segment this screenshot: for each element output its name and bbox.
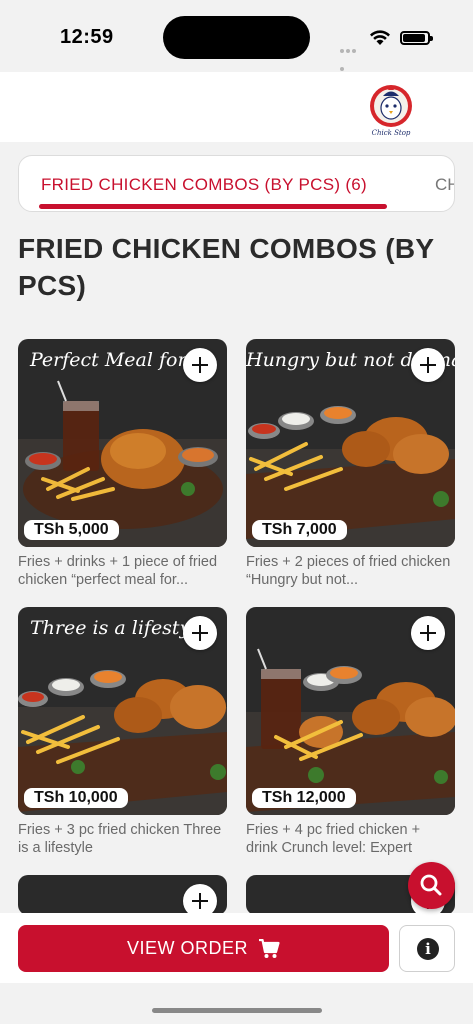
item-description: Fries + 3 pc fried chicken Three is a li… [18, 822, 222, 856]
status-time: 12:59 [60, 26, 114, 48]
wifi-icon [370, 30, 390, 45]
item-price: TSh 7,000 [252, 520, 347, 540]
menu-item-image[interactable]: Three is a lifestyle TSh 10,000 [18, 607, 227, 815]
item-banner-text: Three is a lifestyle [30, 617, 208, 639]
info-icon: i [417, 938, 439, 960]
add-icon[interactable] [183, 616, 217, 650]
menu-item-image[interactable]: Perfect Meal for o TSh 5,000 [18, 339, 227, 547]
category-tabs: FRIED CHICKEN COMBOS (BY PCS) (6) CH [18, 155, 455, 212]
battery-icon [400, 31, 433, 45]
add-icon[interactable] [411, 616, 445, 650]
item-description: Fries + 4 pc fried chicken + drink Crunc… [246, 822, 421, 856]
tab-next-category[interactable]: CH [435, 175, 454, 195]
menu-item-card[interactable]: Hungry but not dramatic TSh 7,000 Fries … [246, 339, 455, 589]
view-order-button[interactable]: VIEW ORDER [18, 925, 389, 972]
brand-logo[interactable]: Chick Stop [366, 82, 416, 138]
item-price: TSh 12,000 [252, 788, 356, 808]
menu-item-image[interactable]: Hungry but not dramatic TSh 7,000 [246, 339, 455, 547]
status-bar: 12:59 [0, 0, 473, 72]
tab-fried-chicken-combos[interactable]: FRIED CHICKEN COMBOS (BY PCS) (6) [41, 175, 367, 195]
add-icon[interactable] [183, 884, 217, 915]
search-icon [420, 874, 442, 896]
add-icon[interactable] [183, 348, 217, 382]
home-indicator[interactable] [152, 1008, 322, 1013]
bottom-action-bar: VIEW ORDER i [0, 913, 473, 983]
item-price: TSh 10,000 [24, 788, 128, 808]
menu-item-card[interactable]: Perfect Meal for o TSh 5,000 Fries + dri… [18, 339, 227, 589]
home-area [0, 983, 473, 1024]
menu-item-image[interactable]: TSh 12,000 [246, 607, 455, 815]
menu-item-card[interactable]: Three is a lifestyle TSh 10,000 Fries + … [18, 607, 227, 857]
cart-icon [259, 938, 280, 958]
item-banner-text: Perfect Meal for o [30, 349, 205, 371]
menu-item-card[interactable] [18, 875, 227, 915]
add-icon[interactable] [411, 348, 445, 382]
menu-item-card[interactable]: TSh 12,000 Fries + 4 pc fried chicken + … [246, 607, 455, 857]
svg-text:Chick Stop: Chick Stop [372, 129, 411, 137]
signal-icon [340, 40, 362, 71]
app-header: Chick Stop [0, 72, 473, 142]
item-price: TSh 5,000 [24, 520, 119, 540]
active-tab-indicator [39, 204, 387, 209]
item-description: Fries + drinks + 1 piece of fried chicke… [18, 554, 218, 588]
section-title: FRIED CHICKEN COMBOS (BY PCS) [18, 233, 434, 301]
view-order-label: VIEW ORDER [126, 938, 248, 958]
menu-item-image[interactable] [18, 875, 227, 915]
search-button[interactable] [408, 862, 455, 909]
item-description: Fries + 2 pieces of fried chicken “Hungr… [246, 554, 451, 588]
dynamic-island [163, 16, 310, 59]
info-button[interactable]: i [399, 925, 455, 972]
